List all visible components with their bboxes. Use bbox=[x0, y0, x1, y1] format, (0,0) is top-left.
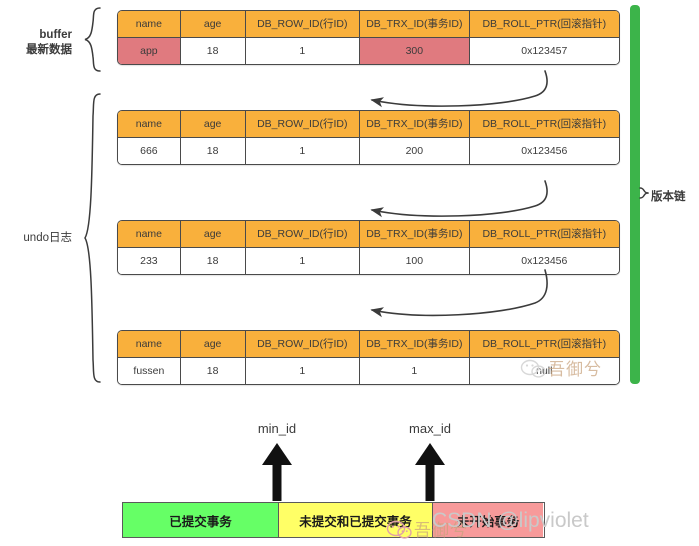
transaction-segment-1: 未提交和已提交事务 bbox=[279, 503, 433, 537]
connector-overlay bbox=[84, 7, 649, 501]
roll-ptr-arrow-3 bbox=[370, 269, 548, 318]
transaction-segment-2: 未开始事务 bbox=[433, 503, 543, 537]
max-id-arrow bbox=[415, 443, 445, 501]
brace-undo-log bbox=[84, 93, 101, 383]
diagram-canvas: buffer 最新数据 undo日志 版本链 name age DB_ROW_ID(… bbox=[0, 0, 699, 546]
min-id-arrow bbox=[262, 443, 292, 501]
roll-ptr-arrow-2 bbox=[370, 180, 548, 218]
marker-label-min-id: min_id bbox=[257, 421, 297, 436]
transaction-segment-0: 已提交事务 bbox=[123, 503, 279, 537]
transaction-state-bar: 已提交事务 未提交和已提交事务 未开始事务 bbox=[122, 502, 545, 538]
version-chain-tick bbox=[639, 187, 649, 199]
roll-ptr-arrow-1 bbox=[370, 70, 548, 108]
marker-label-max-id: max_id bbox=[409, 421, 451, 436]
brace-buffer bbox=[84, 7, 101, 72]
